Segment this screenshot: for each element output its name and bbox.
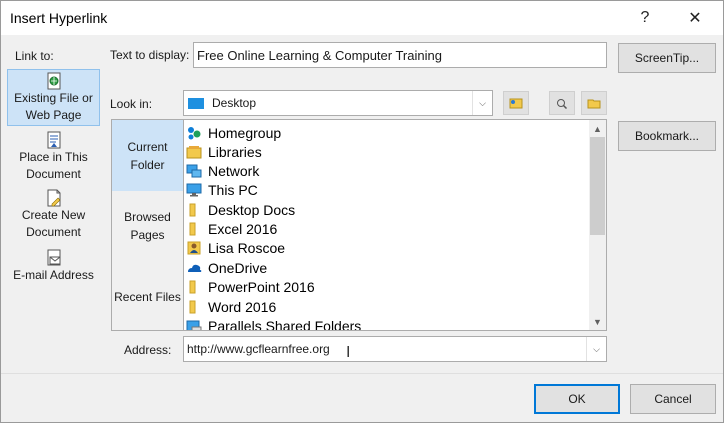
- look-in-dropdown[interactable]: Desktop ⌵: [183, 90, 493, 116]
- list-item[interactable]: Lisa Roscoe: [186, 238, 285, 257]
- link-to-place-label-2: Document: [26, 167, 81, 181]
- file-name: Lisa Roscoe: [208, 239, 286, 256]
- tab-browsed-pages[interactable]: Browsed Pages: [112, 208, 183, 248]
- recent-folder-icon: [587, 99, 601, 109]
- address-input[interactable]: http://www.gcflearnfree.org ⌵: [183, 336, 607, 362]
- user-folder-icon: [186, 240, 202, 256]
- link-to-place-label-1: Place in This: [19, 150, 88, 164]
- file-name: Word 2016: [208, 298, 277, 315]
- text-to-display-label: Text to display:: [110, 48, 190, 62]
- address-value: http://www.gcflearnfree.org: [187, 342, 330, 356]
- list-item[interactable]: Word 2016: [186, 297, 276, 316]
- close-button[interactable]: ✕: [677, 5, 713, 31]
- screentip-button[interactable]: ScreenTip...: [618, 43, 716, 73]
- look-in-label: Look in:: [110, 97, 153, 111]
- address-label: Address:: [124, 343, 172, 357]
- tab-browsed-pages-label-2: Pages: [130, 228, 165, 242]
- link-to-existing-file[interactable]: Existing File or Web Page: [7, 69, 100, 126]
- link-to-create-label-1: Create New: [21, 208, 86, 222]
- file-name: Desktop Docs: [208, 201, 296, 218]
- network-icon: [186, 163, 202, 179]
- list-item[interactable]: Homegroup: [186, 123, 281, 142]
- list-item[interactable]: Libraries: [186, 142, 262, 161]
- file-list-scrollbar[interactable]: ▲ ▼: [589, 120, 606, 330]
- link-to-existing-file-label-2: Web Page: [25, 108, 82, 122]
- location-tabs: Current Folder Browsed Pages Recent File…: [111, 119, 183, 331]
- list-item[interactable]: Excel 2016: [186, 219, 277, 238]
- list-item[interactable]: Network: [186, 161, 259, 180]
- look-in-value: Desktop: [212, 96, 257, 110]
- file-name: This PC: [208, 181, 258, 198]
- existing-file-icon: [47, 72, 60, 90]
- folder-icon: [186, 221, 202, 237]
- link-to-place-in-document[interactable]: Place in This Document: [7, 129, 100, 185]
- file-name: OneDrive: [208, 259, 268, 276]
- link-to-existing-file-label-1: Existing File or: [14, 91, 93, 105]
- folder-icon: [186, 299, 202, 315]
- file-name: PowerPoint 2016: [208, 278, 315, 295]
- scroll-up-icon[interactable]: ▲: [589, 120, 606, 137]
- this-pc-icon: [186, 182, 202, 198]
- list-item[interactable]: OneDrive: [186, 258, 267, 277]
- browse-file-icon: [557, 99, 568, 109]
- footer-divider: [1, 373, 723, 374]
- dialog-title: Insert Hyperlink: [10, 10, 108, 26]
- file-list[interactable]: Homegroup Libraries Network This PC Desk…: [183, 119, 607, 331]
- insert-hyperlink-dialog: Insert Hyperlink ? ✕ Link to: Existing F…: [0, 0, 724, 423]
- chevron-down-icon: ⌵: [472, 91, 492, 115]
- browse-web-button[interactable]: [503, 91, 529, 115]
- file-name: Network: [208, 162, 260, 179]
- tab-current-folder-label-1: Current: [127, 140, 168, 154]
- browse-file-button[interactable]: [549, 91, 575, 115]
- scroll-down-icon[interactable]: ▼: [589, 313, 606, 330]
- tab-current-folder-label-2: Folder: [130, 158, 165, 172]
- place-in-document-icon: [47, 131, 60, 149]
- help-button[interactable]: ?: [627, 5, 663, 31]
- folder-icon: [186, 279, 202, 295]
- link-to-email-address[interactable]: E-mail Address: [7, 247, 100, 291]
- file-name: Parallels Shared Folders: [208, 317, 362, 331]
- list-item[interactable]: Parallels Shared Folders: [186, 316, 362, 331]
- file-name: Libraries: [208, 143, 262, 160]
- list-item[interactable]: PowerPoint 2016: [186, 277, 315, 296]
- link-to-create-new-document[interactable]: Create New Document: [7, 187, 100, 243]
- shared-folder-icon: [186, 318, 202, 330]
- link-to-email-label: E-mail Address: [13, 268, 94, 282]
- tab-recent-files-label: Recent Files: [114, 290, 181, 304]
- bookmark-button[interactable]: Bookmark...: [618, 121, 716, 151]
- tab-recent-files[interactable]: Recent Files: [112, 288, 183, 308]
- title-bar: Insert Hyperlink ? ✕: [1, 1, 723, 35]
- desktop-icon: [188, 97, 204, 109]
- recent-folder-button[interactable]: [581, 91, 607, 115]
- link-to-label: Link to:: [15, 49, 54, 63]
- folder-icon: [186, 202, 202, 218]
- email-icon: [47, 249, 60, 266]
- link-to-panel: Existing File or Web Page Place in This …: [7, 69, 100, 331]
- text-cursor-icon: I: [346, 344, 351, 361]
- ok-button[interactable]: OK: [534, 384, 620, 414]
- homegroup-icon: [186, 125, 202, 141]
- list-item[interactable]: This PC: [186, 180, 258, 199]
- scroll-thumb[interactable]: [590, 137, 605, 235]
- file-name: Excel 2016: [208, 220, 278, 237]
- libraries-icon: [186, 144, 202, 160]
- text-to-display-input[interactable]: Free Online Learning & Computer Training: [193, 42, 607, 68]
- list-item[interactable]: Desktop Docs: [186, 200, 295, 219]
- onedrive-icon: [186, 260, 202, 276]
- close-icon: ✕: [688, 10, 702, 27]
- link-to-create-label-2: Document: [26, 225, 81, 239]
- text-to-display-value: Free Online Learning & Computer Training: [197, 47, 442, 63]
- file-name: Homegroup: [208, 124, 282, 141]
- cancel-button[interactable]: Cancel: [630, 384, 716, 414]
- tab-browsed-pages-label-1: Browsed: [124, 210, 171, 224]
- browse-web-icon: [509, 98, 523, 109]
- tab-current-folder[interactable]: Current Folder: [112, 120, 183, 191]
- help-icon: ?: [640, 9, 650, 26]
- chevron-down-icon: ⌵: [586, 337, 606, 361]
- new-document-icon: [47, 189, 60, 207]
